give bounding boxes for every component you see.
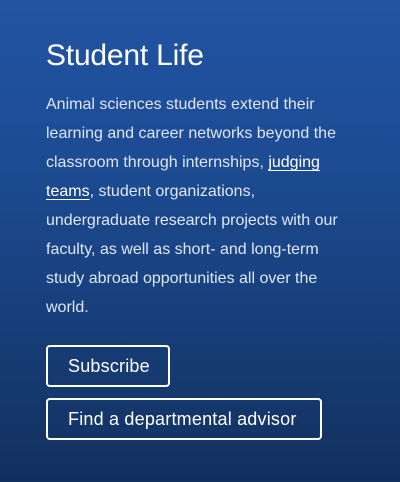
description-text-end: , student organizations, undergraduate r… bbox=[46, 183, 338, 316]
find-advisor-button[interactable]: Find a departmental advisor bbox=[46, 398, 322, 440]
section-title: Student Life bbox=[46, 39, 204, 72]
section-description: Animal sciences students extend their le… bbox=[46, 90, 346, 322]
subscribe-button[interactable]: Subscribe bbox=[46, 345, 170, 387]
